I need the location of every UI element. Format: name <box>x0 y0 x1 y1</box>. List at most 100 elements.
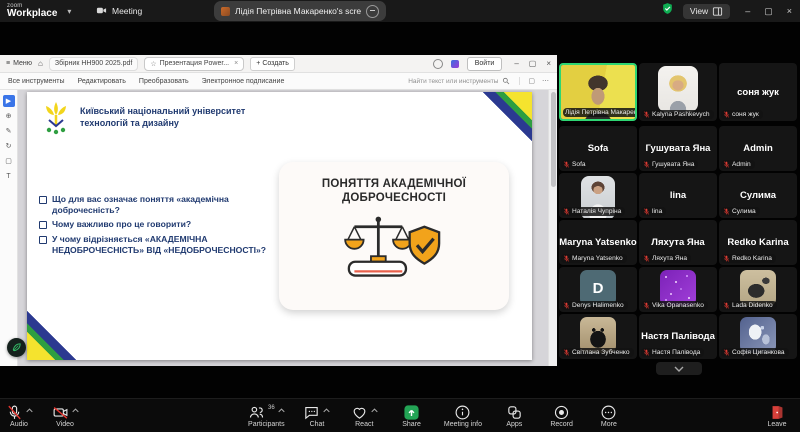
participant-tile[interactable]: DDenys Halimenko <box>559 267 637 312</box>
toolbar-meeting-info-button[interactable]: Meeting info <box>444 399 482 432</box>
toolbar-video-label: Video <box>56 421 74 428</box>
participant-tile[interactable]: соня жуксоня жук <box>719 63 797 121</box>
scrollbar-thumb[interactable] <box>551 92 556 187</box>
document-tab-label: Збірник НН900 2025.pdf <box>55 60 132 67</box>
create-button[interactable]: + Создать <box>250 57 295 71</box>
page-view-icon[interactable]: ▢ <box>528 77 535 85</box>
quill-icon <box>11 342 22 353</box>
acrobat-menu-item-0[interactable]: Все инструменты <box>8 78 65 85</box>
star-icon: ☆ <box>150 60 156 68</box>
toolbar-leave-button[interactable]: Leave <box>762 399 792 432</box>
tab-meeting[interactable]: Meeting <box>96 0 142 22</box>
active-tab-label: Презентация Power... <box>160 60 230 67</box>
participant-tile[interactable]: Софія Циганкова <box>719 314 797 359</box>
acrobat-menu-item-3[interactable]: Электронное подписание <box>202 78 285 85</box>
document-scrollbar[interactable] <box>548 90 557 366</box>
more-tools-icon[interactable]: ⋯ <box>542 77 549 85</box>
acrobat-fab-button[interactable] <box>7 338 26 357</box>
acrobat-minimize-button[interactable]: – <box>514 59 518 68</box>
zoom-tool-icon[interactable]: ⊕ <box>3 110 15 122</box>
tab-shared-screen[interactable]: Лідія Петрівна Макаренко's scre <box>214 1 386 21</box>
minimize-button[interactable]: – <box>745 0 750 22</box>
chevron-up-icon[interactable] <box>371 408 378 413</box>
view-button[interactable]: View <box>683 4 730 19</box>
participant-tile[interactable]: Maryna YatsenkoMaryna Yatsenko <box>559 220 637 265</box>
muted-mic-icon <box>563 302 570 309</box>
close-button[interactable]: × <box>787 0 792 22</box>
participant-tile[interactable]: Світлана Зубченко <box>559 314 637 359</box>
participant-label-name: Redko Karina <box>732 255 772 262</box>
chevron-up-icon[interactable] <box>72 408 79 413</box>
draw-tool-icon[interactable]: ✎ <box>3 125 15 137</box>
participant-tile[interactable]: Гушувата ЯнаГушувата Яна <box>639 126 717 171</box>
participant-tile[interactable]: linalina <box>639 173 717 218</box>
participant-label-name: Denys Halimenko <box>572 302 624 309</box>
chevron-up-icon[interactable] <box>26 408 33 413</box>
shared-acrobat-window: ≡ Меню ⌂ Збірник НН900 2025.pdf ☆ Презен… <box>0 55 557 365</box>
bullet-square-icon <box>39 196 47 204</box>
muted-mic-icon <box>723 111 730 118</box>
participant-tile[interactable]: Kalyna Pashkevych <box>639 63 717 121</box>
acrobat-menu-item-1[interactable]: Редактировать <box>78 78 126 85</box>
shared-screen-icon <box>221 7 230 16</box>
chevron-up-icon[interactable] <box>278 408 285 413</box>
participant-tile[interactable]: Наталія Чупріна <box>559 173 637 218</box>
acrobat-menubar-items: Все инструменты Редактировать Преобразоват… <box>8 78 284 85</box>
toolbar-apps-label: Apps <box>506 421 522 428</box>
participant-label-name: Sofa <box>572 161 586 168</box>
toolbar-chat-button[interactable]: Chat <box>302 399 332 432</box>
toolbar-share-button[interactable]: Share <box>397 399 427 432</box>
search-placeholder: Найти текст или инструменты <box>408 78 498 85</box>
participant-tile[interactable]: Ляхута ЯнаЛяхута Яна <box>639 220 717 265</box>
acrobat-menu-button[interactable]: ≡ Меню <box>6 60 32 67</box>
participant-tile[interactable]: Lada Didenko <box>719 267 797 312</box>
history-icon[interactable] <box>433 59 443 69</box>
participant-tile[interactable]: Redko KarinaRedko Karina <box>719 220 797 265</box>
slide-bullets: Що для вас означає поняття «академічна д… <box>39 194 267 259</box>
toolbar-participants-label: Participants <box>248 421 285 428</box>
toolbar-participants-button[interactable]: 36Participants <box>248 399 285 432</box>
close-tab-icon[interactable]: × <box>234 60 238 67</box>
participant-tile[interactable]: AdminAdmin <box>719 126 797 171</box>
participant-label: Наталія Чупріна <box>561 207 625 216</box>
document-tab[interactable]: Збірник НН900 2025.pdf <box>49 57 138 71</box>
slide-card-title: ПОНЯТТЯ АКАДЕМІЧНОЇ ДОБРОЧЕСНОСТІ <box>279 177 509 206</box>
toolbar-more-button[interactable]: More <box>594 399 624 432</box>
ai-assistant-icon[interactable] <box>451 60 459 68</box>
acrobat-search[interactable]: Найти текст или инструменты <box>408 77 510 85</box>
collapse-share-icon[interactable] <box>366 5 379 18</box>
chevron-up-icon[interactable] <box>323 408 330 413</box>
participant-tile[interactable]: СулимаСулима <box>719 173 797 218</box>
select-tool-icon[interactable]: ▶ <box>3 95 15 107</box>
create-label: Создать <box>262 60 289 67</box>
restore-button[interactable]: ▢ <box>764 0 773 22</box>
security-shield-icon[interactable] <box>661 2 674 20</box>
acrobat-close-button[interactable]: × <box>546 59 551 68</box>
participant-tile[interactable]: SofaSofa <box>559 126 637 171</box>
active-document-tab[interactable]: ☆ Презентация Power... × <box>144 57 244 71</box>
toolbar-audio-button[interactable]: Audio <box>4 399 34 432</box>
participant-tile[interactable]: Настя ПаліводаНастя Палівода <box>639 314 717 359</box>
toolbar-react-button[interactable]: React <box>349 399 379 432</box>
bullet-square-icon <box>39 236 47 244</box>
acrobat-restore-button[interactable]: ▢ <box>529 59 537 68</box>
sign-in-button[interactable]: Войти <box>467 57 503 71</box>
zoom-app: zoom Workplace ▾ Meeting Лідія Петрівна … <box>0 0 800 431</box>
participant-tile[interactable]: Vika Opanasenko <box>639 267 717 312</box>
acrobat-menu-item-2[interactable]: Преобразовать <box>139 78 189 85</box>
muted-mic-icon <box>643 161 650 168</box>
expand-participants-button[interactable] <box>656 362 702 375</box>
toolbar-apps-button[interactable]: Apps <box>499 399 529 432</box>
text-tool-icon[interactable]: T <box>3 170 15 182</box>
participant-tile[interactable]: Лідія Петрівна Макаренко <box>559 63 637 121</box>
search-icon <box>502 77 510 85</box>
frame-tool-icon[interactable]: ▢ <box>3 155 15 167</box>
acrobat-window-controls: – ▢ × <box>514 59 551 68</box>
toolbar-record-button[interactable]: Record <box>547 399 577 432</box>
toolbar-video-button[interactable]: Video <box>50 399 80 432</box>
workspace-caret-icon[interactable]: ▾ <box>67 7 71 16</box>
rotate-tool-icon[interactable]: ↻ <box>3 140 15 152</box>
participant-label: Софія Циганкова <box>721 348 789 357</box>
toolbar-audio-label: Audio <box>10 421 28 428</box>
home-icon[interactable]: ⌂ <box>38 59 43 68</box>
